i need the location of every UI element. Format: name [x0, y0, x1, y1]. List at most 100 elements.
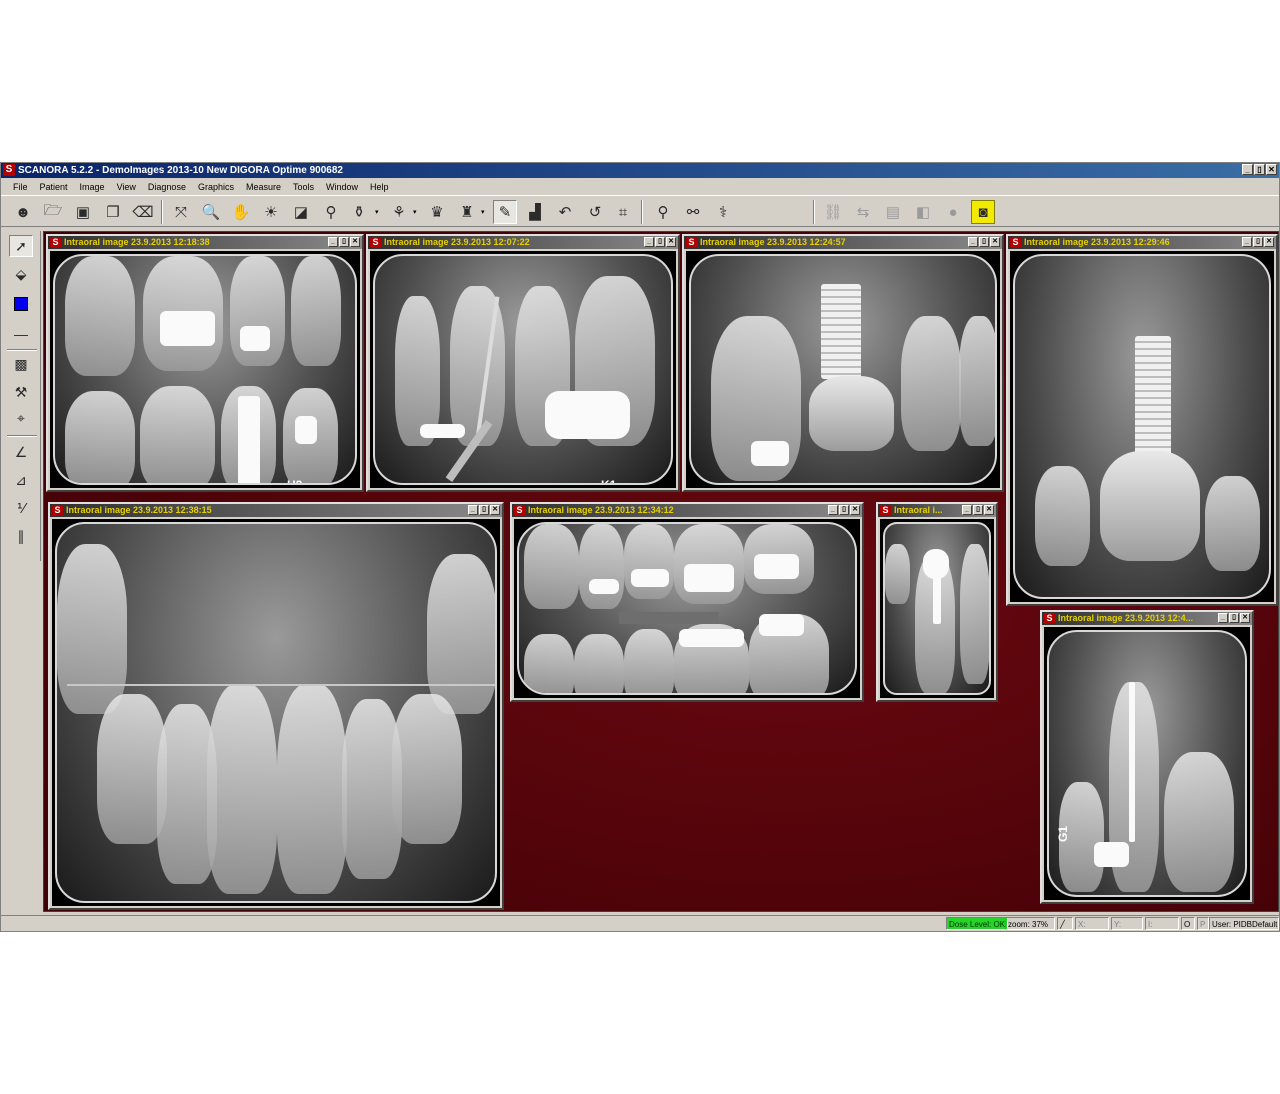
close-button[interactable]: ✕	[990, 237, 1000, 247]
restore-button[interactable]: ▯	[979, 237, 989, 247]
minimize-button[interactable]: _	[968, 237, 978, 247]
image-window[interactable]: S Intraoral image 23.9.2013 12:24:57 _ ▯…	[682, 234, 1004, 492]
compare-ratio-icon[interactable]: ∥	[9, 525, 33, 547]
annotate-icon[interactable]: ✎	[493, 200, 517, 224]
eraser-icon[interactable]: ⌫	[131, 200, 155, 224]
minimize-button[interactable]: _	[1242, 164, 1253, 175]
menu-graphics[interactable]: Graphics	[196, 182, 236, 192]
xray-image[interactable]: K1	[370, 251, 676, 488]
angle-measure-icon[interactable]: ⊿	[9, 469, 33, 491]
minimize-button[interactable]: _	[468, 505, 478, 515]
close-button[interactable]: ✕	[1240, 613, 1250, 623]
tooth-compare-icon[interactable]: ⚯	[681, 200, 705, 224]
zoom-icon[interactable]: 🔍	[199, 200, 223, 224]
camera-icon[interactable]: ◙	[971, 200, 995, 224]
image-window-title-bar[interactable]: S Intraoral image 23.9.2013 12:4... _ ▯ …	[1042, 612, 1252, 625]
line-style-icon[interactable]: —	[9, 323, 33, 345]
restore-button[interactable]: ▯	[1253, 237, 1263, 247]
menu-measure[interactable]: Measure	[244, 182, 283, 192]
minimize-button[interactable]: _	[828, 505, 838, 515]
tooth-enhance-icon[interactable]: ⚘	[387, 200, 411, 224]
color-tooth-icon[interactable]: ♛	[425, 200, 449, 224]
tooth-report-icon[interactable]: ⚕	[711, 200, 735, 224]
menu-tools[interactable]: Tools	[291, 182, 316, 192]
minimize-button[interactable]: _	[1218, 613, 1228, 623]
menu-patient[interactable]: Patient	[38, 182, 70, 192]
angle-icon[interactable]: ∠	[9, 441, 33, 463]
undo-icon[interactable]: ↺	[583, 200, 607, 224]
open-folder-icon[interactable]: 🗁	[41, 200, 65, 224]
image-window[interactable]: S Intraoral image 23.9.2013 12:34:12 _ ▯…	[510, 502, 864, 702]
image-window[interactable]: S Intraoral image 23.9.2013 12:07:22 _ ▯…	[366, 234, 680, 492]
image-workspace[interactable]: S Intraoral image 23.9.2013 12:18:38 _ ▯…	[43, 231, 1279, 912]
invert-icon[interactable]: ◪	[289, 200, 313, 224]
xray-image[interactable]	[1010, 251, 1274, 602]
menu-help[interactable]: Help	[368, 182, 391, 192]
calibrate-icon[interactable]: ⚒	[9, 381, 33, 403]
scanora-app-icon[interactable]: S	[3, 164, 15, 176]
copy-icon[interactable]: ❐	[101, 200, 125, 224]
restore-button[interactable]: ▯	[1254, 164, 1265, 175]
close-button[interactable]: ✕	[1266, 164, 1277, 175]
patient-icon[interactable]: ☻	[11, 200, 35, 224]
magnifier-icon[interactable]: ⚲	[651, 200, 675, 224]
enhance-dropdown-icon[interactable]: ▾	[413, 208, 417, 216]
close-button[interactable]: ✕	[350, 237, 360, 247]
close-button[interactable]: ✕	[1264, 237, 1274, 247]
image-window-title-bar[interactable]: S Intraoral image 23.9.2013 12:38:15 _ ▯…	[50, 504, 502, 517]
close-button[interactable]: ✕	[850, 505, 860, 515]
filter-dropdown-icon[interactable]: ▾	[375, 208, 379, 216]
image-window-title-bar[interactable]: S Intraoral image 23.9.2013 12:29:46 _ ▯…	[1008, 236, 1276, 249]
xray-image[interactable]	[514, 519, 860, 698]
image-window[interactable]: S Intraoral image 23.9.2013 12:18:38 _ ▯…	[46, 234, 364, 492]
device-link-icon[interactable]: ⛓	[821, 200, 845, 224]
image-window-title-bar[interactable]: S Intraoral image 23.9.2013 12:18:38 _ ▯…	[48, 236, 362, 249]
minimize-button[interactable]: _	[328, 237, 338, 247]
xray-image[interactable]	[52, 519, 500, 906]
image-window[interactable]: S Intraoral image 23.9.2013 12:29:46 _ ▯…	[1006, 234, 1278, 606]
minimize-button[interactable]: _	[1242, 237, 1252, 247]
menu-view[interactable]: View	[115, 182, 138, 192]
image-window-title-bar[interactable]: S Intraoral i... _ ▯ ✕	[878, 504, 996, 517]
close-button[interactable]: ✕	[984, 505, 994, 515]
sensor-icon[interactable]: ●	[941, 200, 965, 224]
image-window-title-bar[interactable]: S Intraoral image 23.9.2013 12:34:12 _ ▯…	[512, 504, 862, 517]
xray-image[interactable]	[686, 251, 1000, 488]
fit-to-window-icon[interactable]: ⤧	[169, 200, 193, 224]
color-dropdown-icon[interactable]: ▾	[481, 208, 485, 216]
rotate-left-icon[interactable]: ↶	[553, 200, 577, 224]
image-window[interactable]: S Intraoral i... _ ▯ ✕	[876, 502, 998, 702]
close-button[interactable]: ✕	[666, 237, 676, 247]
save-icon[interactable]: ▣	[71, 200, 95, 224]
minimize-button[interactable]: _	[644, 237, 654, 247]
image-window[interactable]: S Intraoral image 23.9.2013 12:4... _ ▯ …	[1040, 610, 1254, 904]
menu-diagnose[interactable]: Diagnose	[146, 182, 188, 192]
bucket-icon[interactable]: ⬙	[9, 263, 33, 285]
title-bar[interactable]: S SCANORA 5.2.2 - DemoImages 2013-10 New…	[1, 163, 1279, 178]
tooth-filter-icon[interactable]: ⚱	[347, 200, 371, 224]
restore-button[interactable]: ▯	[655, 237, 665, 247]
restore-button[interactable]: ▯	[339, 237, 349, 247]
ratio-icon[interactable]: ⅟	[9, 497, 33, 519]
close-button[interactable]: ✕	[490, 505, 500, 515]
image-window-title-bar[interactable]: S Intraoral image 23.9.2013 12:24:57 _ ▯…	[684, 236, 1002, 249]
image-window-title-bar[interactable]: S Intraoral image 23.9.2013 12:07:22 _ ▯…	[368, 236, 678, 249]
image-window[interactable]: S Intraoral image 23.9.2013 12:38:15 _ ▯…	[48, 502, 504, 910]
tooth-sharpen-icon[interactable]: ⚲	[319, 200, 343, 224]
xray-image[interactable]	[880, 519, 994, 698]
color-swatch-icon[interactable]	[9, 293, 33, 315]
plate-scanner-icon[interactable]: ◧	[911, 200, 935, 224]
minimize-button[interactable]: _	[962, 505, 972, 515]
image-tool-icon[interactable]: ▩	[9, 353, 33, 375]
histogram-icon[interactable]: ▟	[523, 200, 547, 224]
device-transfer-icon[interactable]: ⇆	[851, 200, 875, 224]
scanner-icon[interactable]: ▤	[881, 200, 905, 224]
xray-image[interactable]: H2	[50, 251, 360, 488]
menu-window[interactable]: Window	[324, 182, 360, 192]
brightness-icon[interactable]: ☀	[259, 200, 283, 224]
restore-button[interactable]: ▯	[479, 505, 489, 515]
menu-image[interactable]: Image	[78, 182, 107, 192]
xray-image[interactable]: G1	[1044, 627, 1250, 900]
restore-button[interactable]: ▯	[1229, 613, 1239, 623]
menu-file[interactable]: File	[11, 182, 30, 192]
